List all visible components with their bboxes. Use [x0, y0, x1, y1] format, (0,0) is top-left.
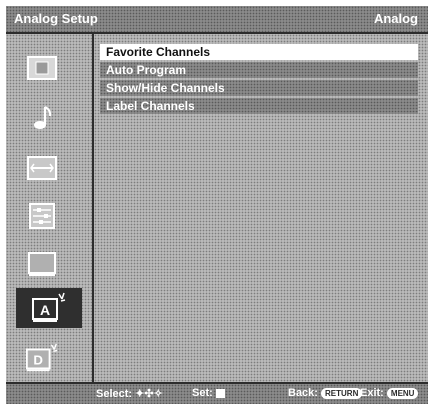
sidebar: A D — [6, 34, 92, 382]
sidebar-item-sound[interactable] — [24, 104, 60, 132]
sidebar-item-setup[interactable] — [24, 202, 60, 230]
set-hint-label: Set: — [192, 387, 213, 399]
menu-item-favorite-channels[interactable]: Favorite Channels — [100, 44, 418, 60]
sound-icon — [34, 106, 52, 129]
exit-hint-label: Exit: — [360, 387, 384, 399]
analog-setup-icon: A — [32, 292, 66, 322]
enter-button-icon — [215, 388, 225, 398]
title-bar: Analog Setup Analog — [6, 6, 428, 32]
back-hint: Back: RETURN — [288, 387, 363, 399]
main-panel: Favorite Channels Auto Program Show/Hide… — [94, 34, 428, 382]
sidebar-item-digital-setup[interactable]: D — [24, 343, 60, 372]
page-title: Analog Setup — [14, 11, 98, 26]
tv-menu-frame: Analog Setup Analog A D Favorite Channel… — [6, 6, 428, 404]
picture-icon — [27, 56, 57, 80]
menu-item-show-hide-channels[interactable]: Show/Hide Channels — [100, 80, 418, 96]
sidebar-item-screen[interactable] — [24, 154, 60, 182]
digital-setup-icon: D — [25, 343, 58, 372]
analog-icon-letter: A — [40, 302, 50, 318]
select-hint: Select: ✦✣✧ — [96, 387, 163, 400]
menu-button-icon: MENU — [386, 387, 419, 399]
sidebar-item-channel[interactable] — [24, 250, 60, 278]
footer-help-bar: Select: ✦✣✧ Set: Back: RETURN Exit: MENU — [6, 384, 428, 404]
set-hint: Set: — [192, 387, 225, 399]
sidebar-item-analog-setup[interactable]: A — [16, 288, 82, 328]
setup-icon — [29, 203, 55, 229]
return-button-icon: RETURN — [321, 387, 363, 399]
back-hint-label: Back: — [288, 387, 318, 399]
sidebar-item-picture[interactable] — [24, 54, 60, 82]
input-mode-label: Analog — [373, 11, 418, 26]
channel-icon — [28, 252, 56, 276]
menu-item-label-channels[interactable]: Label Channels — [100, 98, 418, 114]
digital-icon-letter: D — [33, 353, 43, 368]
exit-hint: Exit: MENU — [360, 387, 419, 399]
menu-item-auto-program[interactable]: Auto Program — [100, 62, 418, 78]
screen-icon — [27, 156, 57, 180]
select-hint-label: Select: — [96, 388, 133, 400]
arrow-keys-icon: ✦✣✧ — [135, 388, 163, 400]
